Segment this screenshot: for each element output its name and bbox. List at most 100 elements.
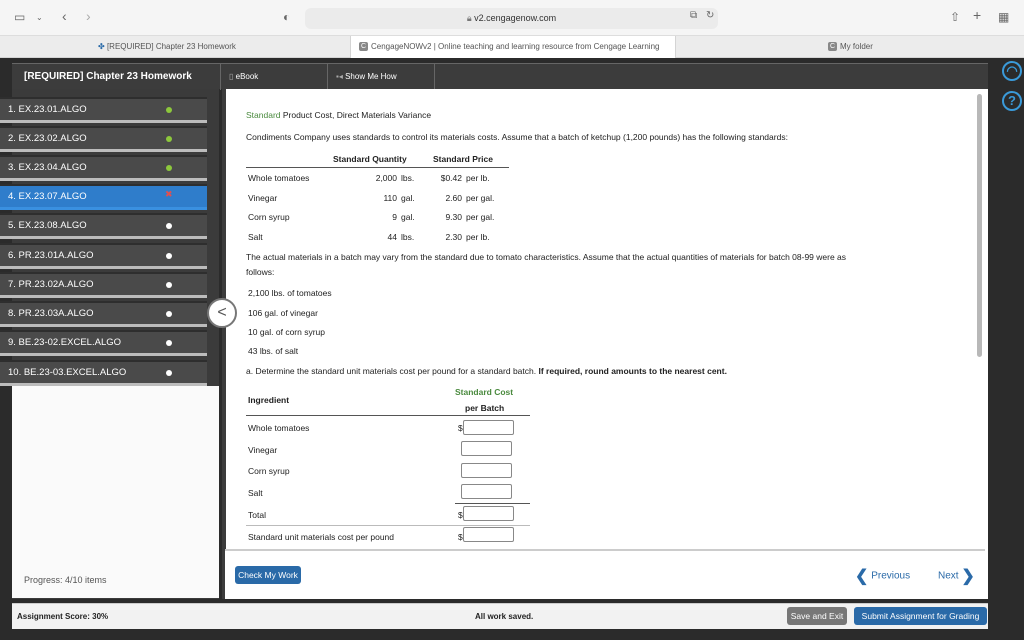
problem-title: Standard Product Cost, Direct Materials … bbox=[246, 110, 431, 120]
check-my-work-button[interactable]: Check My Work bbox=[235, 566, 301, 584]
browser-toolbar: ▭ ⌄ ‹ › ◐ 🔒︎ v2.cengagenow.com ⧉ ↻ ⇧ + ▦ bbox=[0, 0, 1024, 36]
sidebar-item-label: 9. BE.23-02.EXCEL.ALGO bbox=[8, 337, 122, 348]
tab-overview-icon[interactable]: ▦ bbox=[998, 10, 1009, 24]
sidebar-toggle-icon[interactable]: ▭ bbox=[14, 10, 25, 24]
actual-intro-line1: The actual materials in a batch may vary… bbox=[246, 252, 847, 262]
submit-assignment-button[interactable]: Submit Assignment for Grading bbox=[854, 607, 987, 625]
sidebar-item-7[interactable]: 7. PR.23.02A.ALGO bbox=[0, 272, 207, 298]
total-rule bbox=[455, 503, 530, 504]
total-cost-input[interactable] bbox=[463, 506, 514, 521]
save-and-exit-button[interactable]: Save and Exit bbox=[787, 607, 847, 625]
chevron-down-icon[interactable]: ⌄ bbox=[36, 13, 43, 22]
problem-content: Standard Product Cost, Direct Materials … bbox=[244, 89, 984, 549]
help-icon[interactable]: ? bbox=[1002, 91, 1022, 111]
std-row-punit: per lb. bbox=[466, 173, 490, 183]
tab-label: [REQUIRED] Chapter 23 Homework bbox=[106, 42, 236, 51]
right-rail bbox=[998, 58, 1024, 640]
content-scrollbar[interactable] bbox=[977, 94, 982, 357]
sidebar-item-label: 4. EX.23.07.ALGO bbox=[8, 191, 87, 202]
std-row-price: 2.30 bbox=[445, 232, 462, 242]
action-bar: Check My Work ❮ Previous Next ❯ bbox=[225, 549, 985, 599]
screen-share-icon[interactable]: ⧉ bbox=[690, 10, 697, 21]
tab-label: CengageNOWv2 | Online teaching and learn… bbox=[371, 42, 660, 51]
assignment-score-label: Assignment Score: 30% bbox=[17, 612, 109, 621]
answer-row-label: Vinegar bbox=[248, 445, 278, 455]
next-label: Next bbox=[938, 570, 959, 582]
tab-homework[interactable]: ✤ [REQUIRED] Chapter 23 Homework bbox=[98, 36, 348, 58]
sidebar-item-2[interactable]: 2. EX.23.02.ALGO bbox=[0, 126, 207, 152]
sidebar-item-4[interactable]: 4. EX.23.07.ALGO ✖ bbox=[0, 184, 207, 210]
salt-cost-input[interactable] bbox=[461, 484, 512, 499]
sidebar-item-3[interactable]: 3. EX.23.04.ALGO bbox=[0, 155, 207, 181]
address-bar[interactable]: 🔒︎ v2.cengagenow.com bbox=[305, 8, 718, 29]
tab-my-folder[interactable]: C My folder bbox=[828, 36, 928, 58]
sidebar-item-8[interactable]: 8. PR.23.03A.ALGO bbox=[0, 301, 207, 327]
chevron-left-icon: ❮ bbox=[855, 568, 869, 585]
shield-icon[interactable]: ◐ bbox=[283, 10, 290, 24]
share-icon[interactable]: ⇧ bbox=[950, 10, 960, 24]
std-qty-header: Standard Quantity bbox=[333, 154, 407, 164]
sidebar-item-10[interactable]: 10. BE.23-03.EXCEL.ALGO bbox=[0, 360, 207, 386]
complete-dot-icon bbox=[166, 136, 172, 142]
back-icon[interactable]: ‹ bbox=[62, 8, 67, 24]
complete-dot-icon bbox=[166, 165, 172, 171]
sidebar-item-label: 1. EX.23.01.ALGO bbox=[8, 104, 87, 115]
answer-cost-header-2: per Batch bbox=[465, 403, 505, 413]
incomplete-dot-icon bbox=[166, 253, 172, 259]
reload-icon[interactable]: ↻ bbox=[706, 10, 714, 21]
incomplete-dot-icon bbox=[166, 340, 172, 346]
ebook-label: eBook bbox=[235, 72, 259, 81]
tab-cengagenow[interactable]: C CengageNOWv2 | Online teaching and lear… bbox=[350, 36, 676, 58]
answer-cost-header-1: Standard Cost bbox=[455, 387, 514, 397]
whole-tomatoes-cost-input[interactable] bbox=[463, 420, 514, 435]
sidebar-item-label: 6. PR.23.01A.ALGO bbox=[8, 250, 94, 261]
collapse-sidebar-button[interactable]: < bbox=[207, 298, 237, 328]
ebook-button[interactable]: ▯ eBook bbox=[220, 64, 328, 90]
answer-row-label: Whole tomatoes bbox=[248, 423, 310, 433]
problem-title-keyword[interactable]: Standard bbox=[246, 110, 281, 120]
std-row-price: 2.60 bbox=[445, 193, 462, 203]
part-a-rounding: If required, round amounts to the neares… bbox=[538, 366, 727, 376]
incorrect-x-icon: ✖ bbox=[165, 189, 173, 199]
part-a-prompt: a. Determine the standard unit materials… bbox=[246, 366, 727, 376]
assignment-title: [REQUIRED] Chapter 23 Homework bbox=[24, 71, 192, 82]
sidebar-item-9[interactable]: 9. BE.23-02.EXCEL.ALGO bbox=[0, 330, 207, 356]
incomplete-dot-icon bbox=[166, 311, 172, 317]
problem-title-rest: Product Cost, Direct Materials Variance bbox=[282, 110, 432, 120]
sidebar-item-label: 5. EX.23.08.ALGO bbox=[8, 220, 87, 231]
corn-syrup-cost-input[interactable] bbox=[461, 463, 512, 478]
previous-button[interactable]: ❮ Previous bbox=[855, 566, 910, 586]
vinegar-cost-input[interactable] bbox=[461, 441, 512, 456]
sidebar-item-6[interactable]: 6. PR.23.01A.ALGO bbox=[0, 243, 207, 269]
std-row-name: Salt bbox=[248, 232, 263, 242]
std-row-qunit: lbs. bbox=[401, 173, 415, 183]
std-row-qunit: gal. bbox=[401, 212, 415, 222]
unit-cost-per-pound-input[interactable] bbox=[463, 527, 514, 542]
sidebar-item-5[interactable]: 5. EX.23.08.ALGO bbox=[0, 213, 207, 239]
next-button[interactable]: Next ❯ bbox=[938, 566, 975, 586]
answer-row-label: Salt bbox=[248, 488, 263, 498]
std-row-qty: 2,000 bbox=[375, 173, 397, 183]
actual-item: 2,100 lbs. of tomatoes bbox=[248, 288, 332, 298]
progress-text: Progress: 4/10 items bbox=[24, 575, 107, 585]
show-me-how-label: Show Me How bbox=[345, 72, 397, 81]
problem-panel: Standard Product Cost, Direct Materials … bbox=[222, 89, 988, 599]
forward-icon[interactable]: › bbox=[86, 8, 91, 24]
chevron-right-icon: ❯ bbox=[961, 568, 975, 585]
sidebar-item-1[interactable]: 1. EX.23.01.ALGO bbox=[0, 97, 207, 123]
assignment-footer: Assignment Score: 30% All work saved. Sa… bbox=[12, 603, 988, 629]
show-me-how-button[interactable]: ▪◂ Show Me How bbox=[327, 64, 435, 90]
headset-support-icon[interactable]: ◠ bbox=[1002, 61, 1022, 81]
new-tab-icon[interactable]: + bbox=[973, 7, 981, 23]
std-row-qunit: lbs. bbox=[401, 232, 415, 242]
answer-row-label: Corn syrup bbox=[248, 466, 290, 476]
tab-label: My folder bbox=[840, 42, 873, 51]
std-row-name: Vinegar bbox=[248, 193, 278, 203]
sidebar-item-label: 2. EX.23.02.ALGO bbox=[8, 133, 87, 144]
std-row-price: $0.42 bbox=[440, 173, 462, 183]
cengage-c-icon: C bbox=[828, 42, 837, 52]
std-row-qty: 44 bbox=[387, 232, 397, 242]
std-row-price: 9.30 bbox=[445, 212, 462, 222]
actual-item: 43 lbs. of salt bbox=[248, 346, 299, 356]
std-row-name: Corn syrup bbox=[248, 212, 290, 222]
